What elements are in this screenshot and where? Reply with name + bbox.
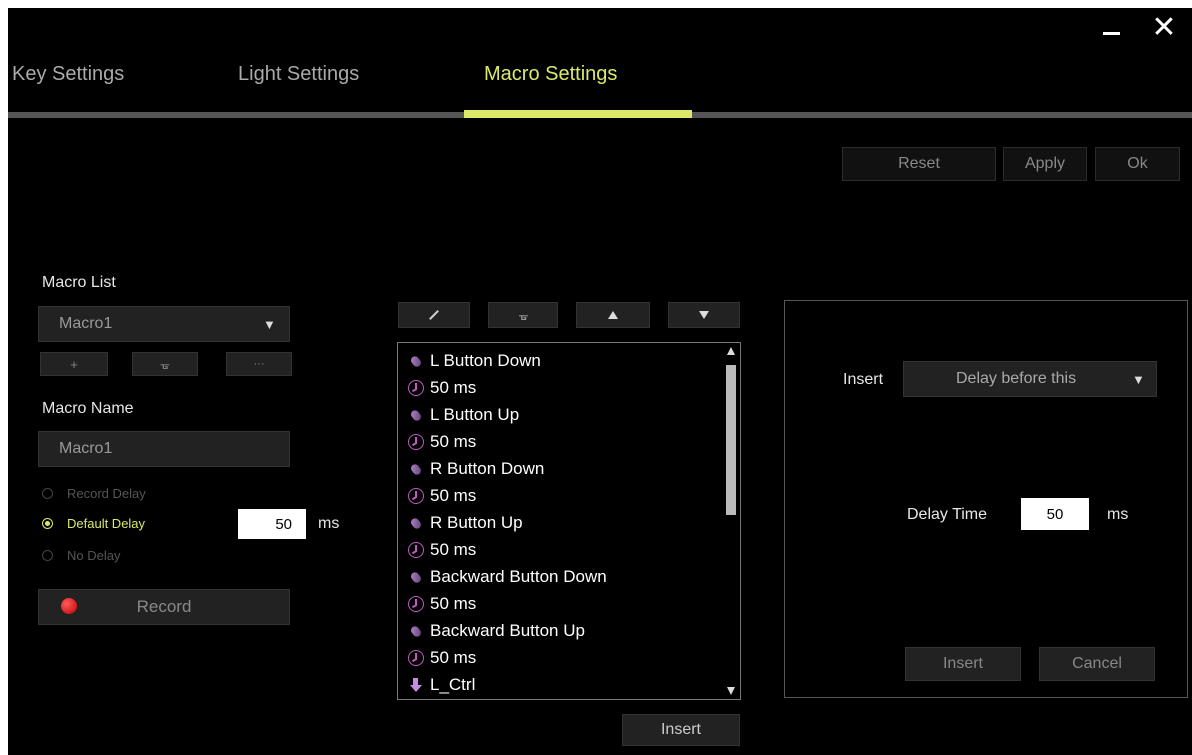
event-text: 50 ms	[430, 486, 477, 505]
close-button[interactable]: ✕	[1146, 10, 1182, 46]
chevron-down-icon: ▼	[263, 317, 276, 332]
event-text: 50 ms	[430, 432, 477, 451]
delete-event-button[interactable]: ᚗ	[488, 302, 558, 328]
active-tab-indicator	[464, 110, 692, 118]
event-text: 50 ms	[430, 540, 477, 559]
clock-icon	[408, 596, 424, 612]
tab-key-settings[interactable]: Key Settings	[12, 63, 124, 86]
minimize-button[interactable]	[1094, 10, 1130, 46]
ok-button[interactable]: Ok	[1095, 147, 1180, 181]
trash-icon: ᚗ	[519, 309, 528, 322]
macro-name-label: Macro Name	[42, 400, 134, 417]
no-delay-option[interactable]: No Delay	[42, 548, 120, 563]
event-text: L Button Down	[430, 351, 541, 370]
default-delay-input[interactable]: 50	[238, 509, 306, 539]
default-delay-radio[interactable]	[42, 518, 53, 529]
mouse-icon	[408, 569, 424, 585]
tab-light-settings[interactable]: Light Settings	[238, 63, 359, 86]
macro-name-input[interactable]: Macro1	[38, 431, 290, 467]
scroll-thumb[interactable]	[726, 365, 736, 515]
event-text: R Button Down	[430, 459, 545, 478]
scroll-down-icon[interactable]	[727, 687, 735, 695]
list-item[interactable]: 50 ms	[408, 591, 476, 617]
mouse-icon	[408, 407, 424, 423]
trash-icon: ᚗ	[160, 358, 170, 371]
no-delay-label: No Delay	[67, 548, 121, 563]
insert-type-selected: Delay before this	[956, 370, 1077, 387]
event-text: L Button Up	[430, 405, 520, 424]
insert-label: Insert	[843, 371, 884, 388]
mouse-icon	[408, 623, 424, 639]
add-macro-button[interactable]: +	[40, 352, 108, 376]
pencil-icon	[429, 310, 439, 320]
more-options-button[interactable]: ···	[226, 352, 292, 376]
list-item[interactable]: Backward Button Up	[408, 618, 585, 644]
move-down-button[interactable]	[668, 302, 740, 328]
record-delay-radio[interactable]	[42, 488, 53, 499]
list-item[interactable]: R Button Up	[408, 510, 523, 536]
delay-time-unit: ms	[1107, 506, 1129, 523]
scroll-up-icon[interactable]	[727, 347, 735, 355]
record-label: Record	[136, 597, 192, 616]
event-text: 50 ms	[430, 648, 477, 667]
delay-time-label: Delay Time	[907, 506, 988, 523]
tab-macro-settings[interactable]: Macro Settings	[484, 63, 617, 86]
event-text: 50 ms	[430, 378, 477, 397]
key-down-icon	[408, 677, 424, 693]
cancel-button[interactable]: Cancel	[1039, 647, 1155, 681]
record-dot-icon	[61, 598, 77, 614]
list-item[interactable]: R Button Down	[408, 456, 544, 482]
list-item[interactable]: 50 ms	[408, 483, 476, 509]
event-text: L_Ctrl	[430, 675, 476, 694]
insert-panel: Insert Delay before this ▼ Delay Time 50…	[784, 300, 1188, 698]
clock-icon	[408, 434, 424, 450]
move-up-icon	[608, 311, 618, 319]
chevron-down-icon: ▼	[1132, 372, 1145, 387]
mouse-icon	[408, 353, 424, 369]
insert-button[interactable]: Insert	[905, 647, 1021, 681]
apply-button[interactable]: Apply	[1003, 147, 1087, 181]
no-delay-radio[interactable]	[42, 550, 53, 561]
list-item[interactable]: 50 ms	[408, 375, 476, 401]
clock-icon	[408, 488, 424, 504]
macro-list-label: Macro List	[42, 274, 116, 291]
record-delay-option[interactable]: Record Delay	[42, 486, 146, 501]
macro-list-selected: Macro1	[59, 315, 113, 332]
move-down-icon	[699, 311, 709, 319]
close-icon: ✕	[1151, 11, 1177, 44]
list-item[interactable]: L Button Up	[408, 402, 519, 428]
insert-type-select[interactable]: Delay before this ▼	[903, 361, 1157, 397]
clock-icon	[408, 542, 424, 558]
list-item[interactable]: 50 ms	[408, 429, 476, 455]
list-item[interactable]: 50 ms	[408, 645, 476, 671]
event-text: R Button Up	[430, 513, 523, 532]
event-text: 50 ms	[430, 594, 477, 613]
default-delay-label: Default Delay	[67, 516, 146, 531]
move-up-button[interactable]	[576, 302, 650, 328]
clock-icon	[408, 650, 424, 666]
macro-list-select[interactable]: Macro1 ▼	[38, 306, 290, 342]
list-item[interactable]: 50 ms	[408, 537, 476, 563]
event-text: Backward Button Down	[430, 567, 607, 586]
list-insert-button[interactable]: Insert	[622, 714, 740, 746]
edit-event-button[interactable]	[398, 302, 470, 328]
default-delay-option[interactable]: Default Delay	[42, 516, 145, 531]
reset-button[interactable]: Reset	[842, 147, 996, 181]
list-item[interactable]: Backward Button Down	[408, 564, 607, 590]
mouse-icon	[408, 461, 424, 477]
delete-macro-button[interactable]: ᚗ	[132, 352, 198, 376]
mouse-icon	[408, 515, 424, 531]
record-delay-label: Record Delay	[67, 486, 146, 501]
macro-event-list[interactable]: L Button Down 50 ms L Button Up 50 ms R …	[397, 342, 741, 700]
list-item[interactable]: L Button Down	[408, 348, 541, 374]
delay-time-input[interactable]: 50	[1021, 498, 1089, 530]
list-item[interactable]: L_Ctrl	[408, 672, 475, 698]
macro-settings-window: ✕ Key Settings Light Settings Macro Sett…	[8, 8, 1192, 755]
event-text: Backward Button Up	[430, 621, 585, 640]
default-delay-unit: ms	[318, 515, 340, 532]
event-list-scrollbar[interactable]	[724, 345, 738, 697]
clock-icon	[408, 380, 424, 396]
record-button[interactable]: Record	[38, 589, 290, 625]
